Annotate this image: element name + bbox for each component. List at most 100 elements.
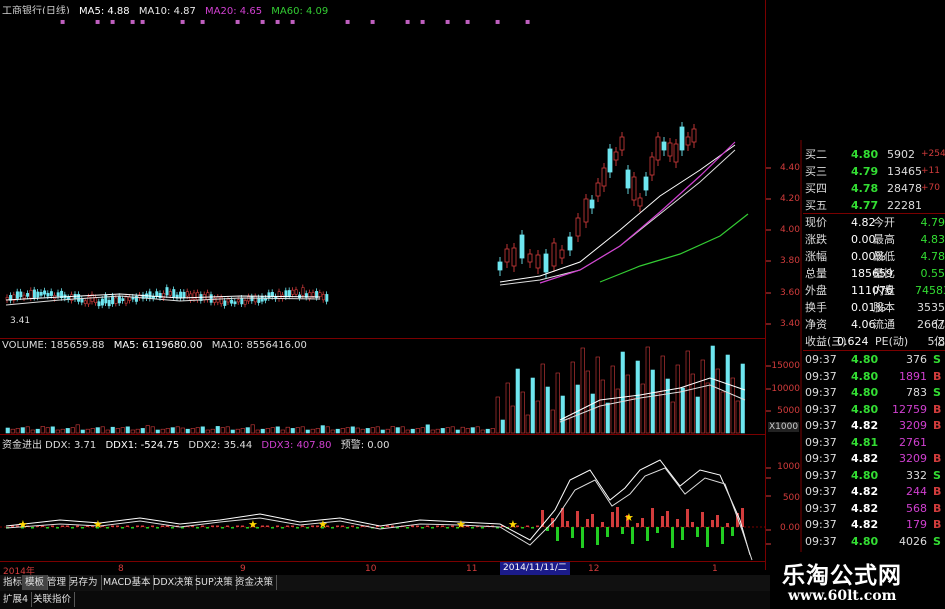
tick-row: 09:37 4.80 376 S <box>803 352 945 369</box>
stat-value: 0.55 <box>920 267 945 280</box>
stat-key: 今开 <box>873 216 895 229</box>
tick-price: 4.80 <box>851 386 879 399</box>
volume-bar <box>105 429 110 434</box>
volume-bar <box>615 388 620 434</box>
stat-key: 现价 <box>805 216 827 229</box>
volume-bar <box>600 379 605 434</box>
volume-bar <box>720 391 725 434</box>
candle-body <box>83 300 87 304</box>
volume-bar <box>705 382 710 434</box>
ddx-bar <box>276 525 279 527</box>
indicator-tab[interactable]: 另存为 <box>66 575 102 590</box>
candle-body <box>308 292 312 299</box>
ddx-bar <box>481 527 484 529</box>
tick-price: 4.82 <box>851 501 879 515</box>
indicator-tab[interactable]: 资金决策 <box>232 575 278 590</box>
ma5-line <box>499 144 736 283</box>
tick-price: 4.82 <box>851 485 879 498</box>
volume-bar <box>205 429 210 434</box>
ddx-bar <box>51 525 54 527</box>
volume-bar <box>565 418 570 434</box>
extension-tab[interactable]: 关联指价 <box>30 592 76 607</box>
volume-bar <box>575 384 580 434</box>
tick-volume: 376 <box>906 353 927 366</box>
ddx-bar <box>81 527 84 529</box>
volume-divider <box>0 338 765 339</box>
ddx-header: 资金进出 DDX: 3.71 DDX1: -524.75 DDX2: 35.44… <box>2 436 396 451</box>
volume-bar <box>405 429 410 434</box>
ddx-bar <box>211 525 214 527</box>
ddx-bar <box>686 509 689 527</box>
volume-bar <box>300 426 305 434</box>
candle-body <box>543 253 549 273</box>
ddx-bar <box>591 514 594 527</box>
volume-bar <box>255 429 260 434</box>
ddx-bar <box>171 527 174 529</box>
volume-bar <box>465 428 470 434</box>
tick-volume: 4026 <box>899 534 927 548</box>
volume-ma10: MA10: 8556416.00 <box>211 340 307 351</box>
volume-bar <box>210 428 215 434</box>
volume-bar <box>215 426 220 434</box>
indicator-tab[interactable]: DDX决策 <box>150 575 198 590</box>
candle-body <box>107 299 111 307</box>
volume-bar <box>710 345 715 434</box>
volume-bar <box>685 350 690 434</box>
ddx-bar <box>451 525 454 527</box>
tick-price: 4.82 <box>851 518 879 531</box>
candle-body <box>643 176 649 191</box>
candle-body <box>56 292 60 297</box>
volume-bar <box>495 396 500 434</box>
ddx-bar <box>31 527 34 529</box>
volume-bar <box>260 428 265 434</box>
ddx-bar <box>111 525 114 527</box>
price-axis-label: 4.00 <box>779 225 800 235</box>
volume-bar <box>285 426 290 434</box>
candle-body <box>267 292 271 299</box>
bid-change: +254 <box>921 149 945 159</box>
event-marker: ▪ <box>290 17 295 26</box>
volume-bar <box>245 427 250 434</box>
ddx-axis-label: 1000 <box>777 462 800 472</box>
ddx-bar <box>531 527 534 529</box>
ddx-bar <box>236 525 239 527</box>
candle-body <box>97 301 101 307</box>
volume-bar <box>50 426 55 434</box>
volume-bar <box>305 429 310 434</box>
ddx-bar <box>206 527 209 529</box>
volume-bar <box>425 424 430 434</box>
volume-bar <box>365 428 370 434</box>
volume-bar <box>235 428 240 434</box>
tick-row: 09:37 4.81 2761 <box>803 435 945 452</box>
tick-volume: 179 <box>906 518 927 531</box>
volume-bar <box>370 427 375 434</box>
tick-side: B <box>933 402 942 416</box>
volume-bar <box>335 428 340 434</box>
event-marker: ▪ <box>465 17 470 26</box>
volume-bar <box>450 426 455 434</box>
volume-bar <box>100 426 105 434</box>
ddx-bar <box>596 527 599 545</box>
volume-ma5: MA5: 6119680.00 <box>113 340 203 351</box>
event-marker: ▪ <box>140 17 145 26</box>
volume-bar <box>620 351 625 434</box>
candle-body <box>36 291 40 298</box>
candle-body <box>655 136 661 161</box>
indicator-tab[interactable]: SUP决策 <box>192 575 237 590</box>
extension-tab[interactable]: 扩展4 <box>0 592 33 607</box>
volume-bar <box>445 427 450 434</box>
volume-bar <box>505 382 510 434</box>
volume-bar <box>480 429 485 434</box>
volume-bar <box>195 427 200 434</box>
stat-value: 5.8 <box>927 335 945 348</box>
volume-bar <box>680 387 685 434</box>
candle-body <box>219 297 223 305</box>
ddx-bar <box>136 525 139 527</box>
indicator-tab[interactable]: MACD基本 <box>100 575 155 590</box>
bid-volume: 5902 <box>887 148 915 161</box>
ddx-bar <box>431 527 434 529</box>
event-marker: ▪ <box>130 17 135 26</box>
volume-bar <box>695 396 700 434</box>
candle-body <box>301 287 305 296</box>
event-marker: ▪ <box>495 17 500 26</box>
